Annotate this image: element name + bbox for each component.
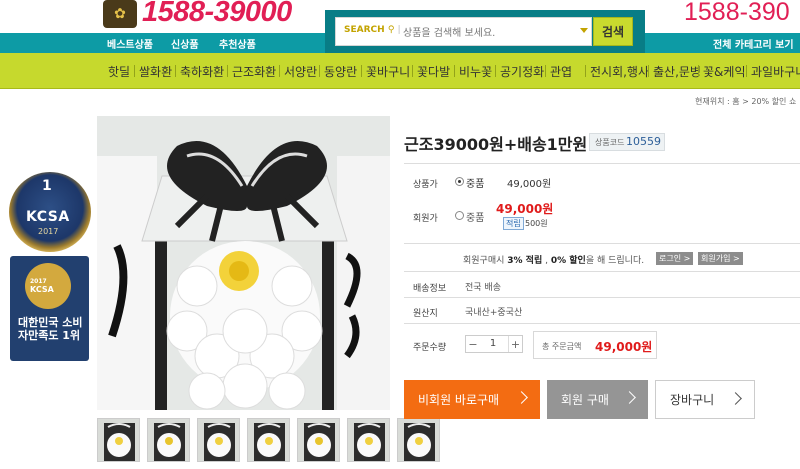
category-item[interactable]: 과일바구니 (751, 63, 800, 80)
nav-new[interactable]: 신상품 (171, 36, 199, 51)
category-divider (454, 65, 455, 77)
category-item[interactable]: 꽃다발 (417, 63, 450, 80)
thumbnail[interactable] (297, 418, 340, 462)
total-value: 49,000원 (595, 340, 653, 354)
guest-buy-button[interactable]: 비회원 바로구매 (404, 380, 540, 419)
search-icon: ⚲ (387, 25, 395, 35)
divider (404, 297, 800, 298)
divider (404, 163, 800, 164)
shipping-value: 전국 배송 (465, 283, 501, 293)
category-divider (585, 65, 586, 77)
divider (404, 323, 800, 324)
point-badge: 적립 (503, 217, 524, 230)
divider (404, 243, 800, 244)
member-buy-button[interactable]: 회원 구매 (547, 380, 648, 419)
thumbnail[interactable] (397, 418, 440, 462)
category-item[interactable]: 공기정화 (500, 63, 544, 80)
category-item[interactable]: 꽃&케익 (703, 63, 745, 80)
quantity-label: 주문수량 (413, 343, 447, 353)
category-divider (545, 65, 546, 77)
product-image[interactable] (97, 116, 390, 410)
price-radio[interactable] (455, 177, 464, 186)
login-button[interactable]: 로그인 > (656, 252, 694, 265)
member-price-option: 중품 (466, 213, 485, 224)
category-divider (279, 65, 280, 77)
thumbnail[interactable] (97, 418, 140, 462)
point-value: 500원 (525, 219, 548, 228)
search-label: SEARCH ⚲ | (344, 25, 401, 35)
search-button[interactable]: 검색 (593, 17, 633, 46)
category-divider (648, 65, 649, 77)
search-placeholder: 상품을 검색해 보세요. (403, 28, 496, 39)
price-label: 상품가 (413, 180, 438, 190)
chevron-right-icon (515, 391, 528, 404)
category-item[interactable]: 비누꽃 (459, 63, 492, 80)
category-divider (134, 65, 135, 77)
origin-value: 국내산+중국산 (465, 308, 523, 318)
divider (404, 271, 800, 272)
category-divider (227, 65, 228, 77)
price-option: 중품 (466, 179, 485, 190)
category-item[interactable]: 근조화환 (232, 63, 276, 80)
product-code-label: 상품코드 (595, 138, 625, 147)
origin-label: 원산지 (413, 309, 438, 319)
caret-down-icon[interactable] (580, 28, 588, 33)
plus-icon[interactable]: + (508, 336, 522, 352)
price-value: 49,000원 (507, 179, 552, 190)
category-divider (361, 65, 362, 77)
category-divider (175, 65, 176, 77)
nav-best[interactable]: 베스트상품 (107, 36, 153, 51)
category-item[interactable]: 전시회,행사 (590, 63, 649, 80)
member-price-label: 회원가 (413, 214, 438, 224)
total-label: 총 주문금액 (542, 342, 582, 351)
category-item[interactable]: 쌀화환 (139, 63, 172, 80)
product-code: 10559 (626, 135, 661, 148)
category-divider (746, 65, 747, 77)
thumbnail[interactable] (147, 418, 190, 462)
category-item[interactable]: 핫딜 (108, 63, 130, 80)
thumbnail[interactable] (197, 418, 240, 462)
category-item[interactable]: 서양란 (284, 63, 317, 80)
category-item[interactable]: 출산,문병 (653, 63, 701, 80)
member-price-radio[interactable] (455, 211, 464, 220)
thumbnail[interactable] (347, 418, 390, 462)
right-phone: 1588-390 (684, 0, 790, 26)
member-benefit-message: 회원구매시 3% 적립 , 0% 할인을 해 드립니다. (463, 256, 645, 266)
medal-number: 1 (42, 178, 52, 194)
member-price-value: 49,000원 (496, 202, 554, 216)
category-divider (412, 65, 413, 77)
category-item[interactable]: 축하화환 (180, 63, 224, 80)
logo-icon[interactable]: ✿ (103, 0, 137, 28)
category-divider (698, 65, 699, 77)
category-item[interactable]: 관엽 (550, 63, 572, 80)
chevron-right-icon (623, 391, 636, 404)
category-item[interactable]: 동양란 (324, 63, 357, 80)
breadcrumb: 현재위치 : 홈 > 20% 할인 쇼 (695, 97, 797, 106)
nav-recommend[interactable]: 추천상품 (219, 36, 256, 51)
minus-icon[interactable]: − (466, 336, 480, 352)
thumbnail[interactable] (247, 418, 290, 462)
category-divider (319, 65, 320, 77)
join-button[interactable]: 회원가입 > (698, 252, 743, 265)
product-title: 근조39000원+배송1만원 (404, 135, 588, 154)
shipping-label: 배송정보 (413, 284, 447, 294)
logo-phone[interactable]: 1588-39000 (142, 0, 292, 29)
medal-name: KCSA (26, 209, 70, 225)
medal-year: 2017 (38, 227, 59, 236)
category-item[interactable]: 꽃바구니 (366, 63, 410, 80)
quantity-input[interactable]: 1 (486, 338, 500, 349)
chevron-right-icon (729, 392, 742, 405)
award-text: 대한민국 소비자만족도 1위 (18, 316, 83, 342)
award-name: 2017 KCSA (30, 278, 54, 294)
category-divider (495, 65, 496, 77)
cart-button[interactable]: 장바구니 (655, 380, 755, 419)
